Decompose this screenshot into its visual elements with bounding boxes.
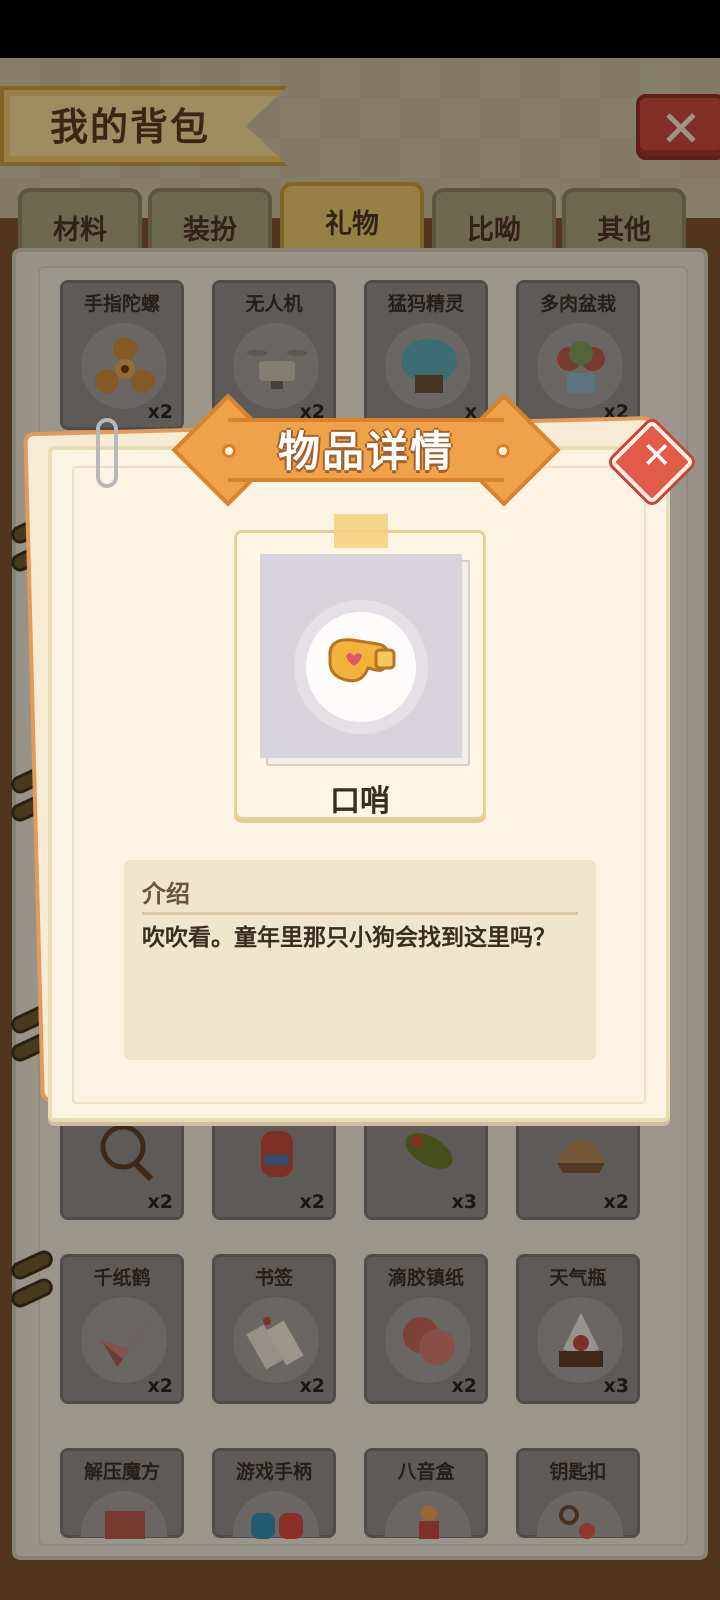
- divider: [142, 912, 578, 915]
- slot-count: x2: [147, 1191, 173, 1213]
- description-text: 吹吹看。童年里那只小狗会找到这里吗？: [142, 925, 556, 951]
- tape-decoration: [334, 514, 388, 548]
- close-backpack-button[interactable]: ✕: [636, 94, 720, 160]
- page-title: 我的背包: [50, 105, 211, 149]
- slot-name: 猛犸精灵: [387, 293, 464, 315]
- tab-biyo[interactable]: 比呦: [432, 188, 556, 252]
- slot-name: 千纸鹤: [93, 1267, 151, 1289]
- inventory-slot[interactable]: 钥匙扣: [516, 1448, 640, 1539]
- mammoth-icon: [401, 339, 457, 393]
- slot-name: 滴胶镇纸: [387, 1267, 464, 1289]
- slot-name: 八音盒: [397, 1461, 455, 1483]
- tab-gifts[interactable]: 礼物: [280, 182, 424, 252]
- paperweight-icon: [403, 1317, 455, 1365]
- inventory-slot[interactable]: 解压魔方: [60, 1448, 184, 1539]
- drone-icon: [247, 350, 307, 389]
- slot-count: x2: [299, 1191, 325, 1213]
- weather-bottle-icon: [559, 1313, 603, 1367]
- description-box: 介绍 吹吹看。童年里那只小狗会找到这里吗？: [124, 860, 596, 1060]
- inventory-slot[interactable]: 千纸鹤 x2: [60, 1254, 184, 1404]
- inventory-slot[interactable]: 手指陀螺 x2: [60, 280, 184, 430]
- status-bar: [0, 0, 720, 58]
- inventory-slot[interactable]: 天气瓶 x3: [516, 1254, 640, 1404]
- cube-icon: [105, 1511, 145, 1539]
- slot-name: 多肉盆栽: [539, 293, 616, 315]
- paperclip-icon: [96, 418, 118, 488]
- tab-materials[interactable]: 材料: [18, 188, 142, 252]
- slot-count: x2: [299, 1375, 325, 1397]
- fidget-spinner-icon: [95, 337, 155, 393]
- slot-count: x3: [603, 1375, 629, 1397]
- slot-name: 无人机: [245, 293, 303, 315]
- inventory-slot[interactable]: 书签 x2: [212, 1254, 336, 1404]
- tab-other[interactable]: 其他: [562, 188, 686, 252]
- gamepad-icon: [251, 1513, 303, 1539]
- slot-name: 游戏手柄: [235, 1461, 312, 1483]
- dialog-title: 物品详情: [277, 427, 454, 476]
- slot-name: 天气瓶: [549, 1267, 607, 1289]
- dialog-header: 物品详情: [171, 393, 561, 507]
- description-title: 介绍: [142, 880, 190, 908]
- racket-icon: [100, 1124, 154, 1182]
- close-icon: ✕: [660, 100, 702, 158]
- music-box-icon: [419, 1505, 439, 1539]
- slot-name: 钥匙扣: [549, 1461, 607, 1483]
- slot-name: 书签: [254, 1267, 293, 1289]
- shell-icon: [557, 1139, 605, 1173]
- item-name: 口哨: [330, 784, 390, 819]
- slot-count: x3: [451, 1191, 477, 1213]
- tab-bar: 材料 装扮 礼物 比呦 其他: [18, 182, 708, 252]
- bottle-icon: [261, 1131, 293, 1177]
- slot-count: x2: [147, 401, 173, 423]
- whistle-icon: [328, 638, 396, 683]
- close-icon: ✕: [641, 435, 672, 477]
- inventory-slot[interactable]: 八音盒: [364, 1448, 488, 1539]
- inventory-slot[interactable]: 滴胶镇纸 x2: [364, 1254, 488, 1404]
- slot-name: 解压魔方: [83, 1461, 160, 1483]
- paper-crane-icon: [97, 1315, 153, 1367]
- inventory-slot[interactable]: 游戏手柄: [212, 1448, 336, 1539]
- succulent-icon: [557, 341, 605, 393]
- slot-count: x2: [603, 1191, 629, 1213]
- tab-outfits[interactable]: 装扮: [148, 188, 272, 252]
- leaf-icon: [405, 1133, 453, 1169]
- bookmark-icon: [246, 1317, 304, 1370]
- keychain-icon: [559, 1505, 595, 1539]
- slot-count: x2: [147, 1375, 173, 1397]
- slot-count: x2: [451, 1375, 477, 1397]
- slot-name: 手指陀螺: [83, 293, 160, 315]
